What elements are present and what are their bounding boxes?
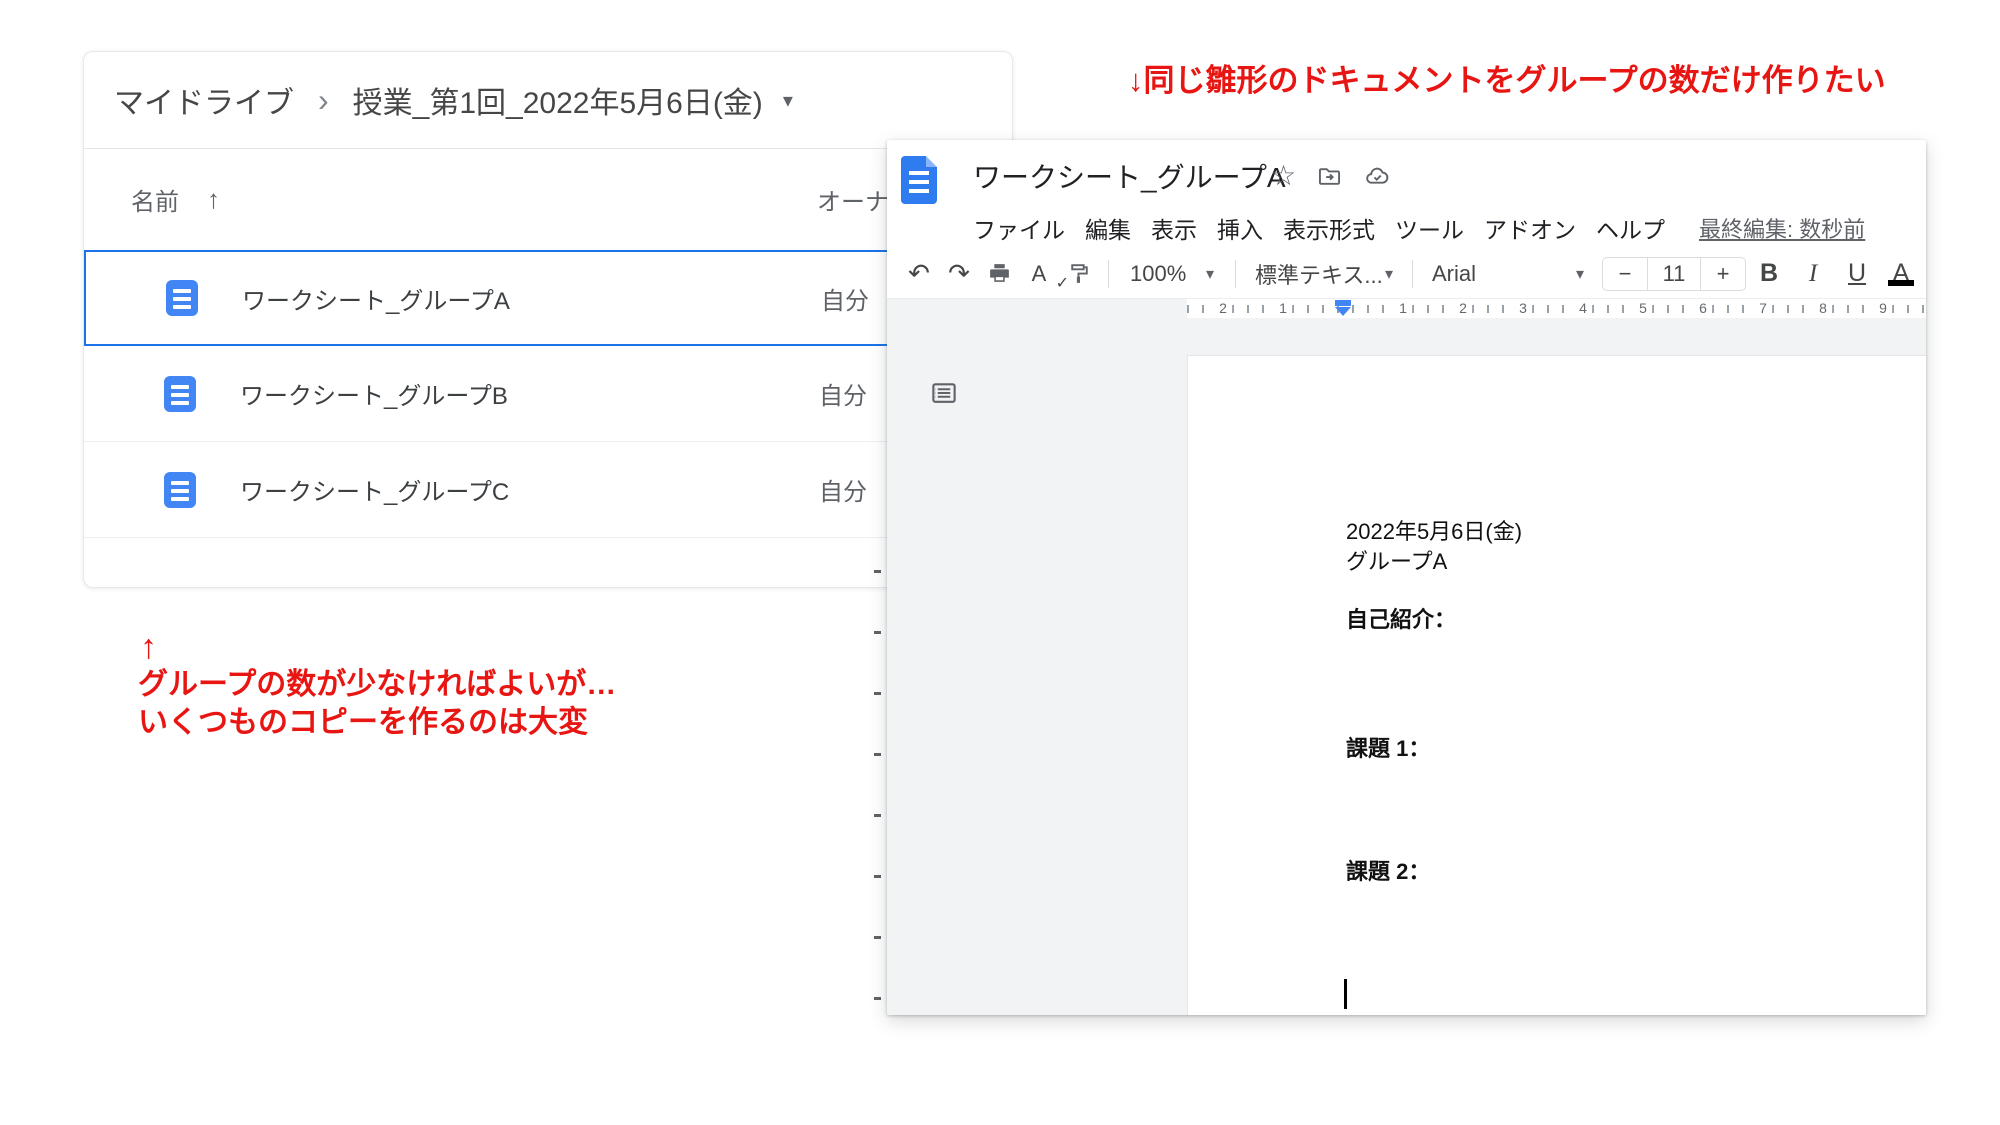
spell-check-icon[interactable]: A✓ bbox=[1019, 261, 1059, 287]
ruler-number: 2 bbox=[1214, 299, 1232, 318]
menu-addons[interactable]: アドオン bbox=[1484, 211, 1576, 245]
docs-canvas: 2022年5月6日(金) グループA 自己紹介： 課題 1： 課題 2： bbox=[887, 318, 1926, 1015]
file-owner: 自分 bbox=[819, 376, 867, 411]
annotation-line-1: グループの数が少なければよいが… bbox=[138, 666, 616, 704]
doc-line-task1[interactable]: 課題 1： bbox=[1346, 731, 1430, 763]
document-outline-icon[interactable] bbox=[929, 378, 959, 413]
ruler-number: 1 bbox=[1394, 299, 1412, 318]
ruler-number: 8 bbox=[1814, 299, 1832, 318]
chevron-down-icon: ▾ bbox=[1576, 264, 1584, 284]
file-row-group-b[interactable]: ワークシート_グループB 自分 bbox=[84, 346, 1012, 442]
file-list-header: 名前 ↑ オーナ bbox=[84, 149, 1012, 250]
text-cursor bbox=[1344, 979, 1347, 1009]
print-icon[interactable] bbox=[979, 261, 1019, 286]
font-size-decrease-button[interactable]: − bbox=[1603, 258, 1648, 290]
undo-icon[interactable]: ↶ bbox=[899, 258, 939, 289]
menu-help[interactable]: ヘルプ bbox=[1596, 211, 1665, 245]
ruler-number: 1 bbox=[1274, 299, 1292, 318]
ruler-number: 5 bbox=[1634, 299, 1652, 318]
ruler-tick bbox=[874, 692, 881, 695]
annotation-top: ↓同じ雛形のドキュメントをグループの数だけ作りたい bbox=[1128, 55, 1886, 100]
docs-titlebar: ワークシート_グループA ☆ bbox=[887, 140, 1926, 206]
star-icon[interactable]: ☆ bbox=[1271, 162, 1296, 190]
docs-window: ワークシート_グループA ☆ ファイル 編集 表示 挿入 表示形式 ツール アド… bbox=[887, 140, 1926, 1015]
doc-line-group[interactable]: グループA bbox=[1346, 544, 1447, 576]
menu-file[interactable]: ファイル bbox=[973, 211, 1065, 245]
indent-marker[interactable] bbox=[1335, 300, 1351, 316]
doc-line-task2[interactable]: 課題 2： bbox=[1346, 854, 1430, 886]
font-select[interactable]: Arial▾ bbox=[1422, 261, 1594, 287]
toolbar-divider bbox=[1412, 260, 1413, 288]
column-owner-label[interactable]: オーナ bbox=[817, 149, 889, 250]
ruler-number: 2 bbox=[1454, 299, 1472, 318]
menu-tools[interactable]: ツール bbox=[1395, 211, 1464, 245]
annotation-line-2: いくつものコピーを作るのは大変 bbox=[138, 704, 616, 742]
file-owner: 自分 bbox=[819, 472, 867, 507]
google-docs-file-icon bbox=[164, 472, 196, 508]
ruler-number: 7 bbox=[1754, 299, 1772, 318]
redo-icon[interactable]: ↷ bbox=[939, 258, 979, 289]
ruler-tick bbox=[874, 875, 881, 878]
menu-edit[interactable]: 編集 bbox=[1085, 211, 1131, 245]
cloud-saved-icon[interactable] bbox=[1363, 163, 1392, 190]
document-title[interactable]: ワークシート_グループA bbox=[973, 156, 1286, 196]
menu-view[interactable]: 表示 bbox=[1151, 211, 1197, 245]
google-docs-file-icon bbox=[164, 376, 196, 412]
ruler-number: 4 bbox=[1574, 299, 1592, 318]
file-name: ワークシート_グループB bbox=[240, 376, 508, 411]
file-row-group-c[interactable]: ワークシート_グループC 自分 bbox=[84, 442, 1012, 538]
horizontal-ruler[interactable]: 2 1 1 2 3 4 5 6 7 8 9 bbox=[887, 299, 1926, 318]
docs-toolbar: ↶ ↷ A✓ 100%▾ 標準テキス...▾ Arial▾ bbox=[887, 249, 1926, 299]
google-docs-file-icon bbox=[166, 280, 198, 316]
ruler-tick bbox=[874, 936, 881, 939]
toolbar-divider bbox=[1108, 260, 1109, 288]
file-name: ワークシート_グループC bbox=[240, 472, 509, 507]
bold-button[interactable]: B bbox=[1748, 259, 1790, 288]
ruler-tick bbox=[874, 753, 881, 756]
folder-dropdown-icon[interactable]: ▾ bbox=[783, 88, 793, 113]
sort-ascending-icon[interactable]: ↑ bbox=[207, 184, 220, 215]
file-owner: 自分 bbox=[821, 281, 869, 316]
doc-line-intro[interactable]: 自己紹介： bbox=[1346, 602, 1456, 634]
breadcrumb-root[interactable]: マイドライブ bbox=[114, 78, 294, 122]
annotation-up-arrow: ↑ bbox=[140, 628, 616, 666]
ruler-number: 9 bbox=[1874, 299, 1892, 318]
document-page[interactable]: 2022年5月6日(金) グループA 自己紹介： 課題 1： 課題 2： bbox=[1187, 355, 1926, 1015]
font-size-value[interactable]: 11 bbox=[1648, 258, 1700, 290]
paragraph-style-select[interactable]: 標準テキス...▾ bbox=[1245, 258, 1403, 290]
ruler-tick bbox=[874, 570, 881, 573]
zoom-select[interactable]: 100%▾ bbox=[1118, 261, 1226, 287]
chevron-down-icon: ▾ bbox=[1385, 264, 1393, 284]
ruler-tick bbox=[874, 814, 881, 817]
italic-button[interactable]: I bbox=[1792, 260, 1834, 288]
file-row-group-a[interactable]: ワークシート_グループA 自分 bbox=[84, 250, 1012, 346]
move-to-folder-icon[interactable] bbox=[1316, 163, 1343, 190]
ruler-number: 3 bbox=[1514, 299, 1532, 318]
column-name-label[interactable]: 名前 bbox=[131, 182, 179, 217]
doc-line-date[interactable]: 2022年5月6日(金) bbox=[1346, 514, 1522, 546]
chevron-down-icon: ▾ bbox=[1206, 264, 1214, 284]
last-edit-link[interactable]: 最終編集: 数秒前 bbox=[1699, 212, 1865, 244]
breadcrumb: マイドライブ › 授業_第1回_2022年5月6日(金) ▾ bbox=[84, 52, 1012, 149]
ruler-tick bbox=[874, 631, 881, 634]
font-size-increase-button[interactable]: + bbox=[1700, 258, 1745, 290]
toolbar-divider bbox=[1235, 260, 1236, 288]
docs-menubar: ファイル 編集 表示 挿入 表示形式 ツール アドオン ヘルプ 最終編集: 数秒… bbox=[887, 206, 1926, 249]
font-size-stepper: − 11 + bbox=[1602, 257, 1746, 291]
google-docs-logo-icon[interactable] bbox=[901, 156, 937, 204]
ruler-number: 6 bbox=[1694, 299, 1712, 318]
drive-window: マイドライブ › 授業_第1回_2022年5月6日(金) ▾ 名前 ↑ オーナ … bbox=[83, 51, 1013, 588]
breadcrumb-folder[interactable]: 授業_第1回_2022年5月6日(金) bbox=[353, 78, 763, 122]
file-name: ワークシート_グループA bbox=[242, 281, 510, 316]
ruler-tick bbox=[874, 997, 881, 1000]
underline-button[interactable]: U bbox=[1836, 259, 1878, 288]
annotation-left: ↑ グループの数が少なければよいが… いくつものコピーを作るのは大変 bbox=[138, 628, 616, 742]
breadcrumb-chevron-icon: › bbox=[318, 82, 329, 119]
menu-insert[interactable]: 挿入 bbox=[1217, 211, 1263, 245]
text-color-button[interactable]: A bbox=[1880, 259, 1922, 288]
menu-format[interactable]: 表示形式 bbox=[1283, 211, 1375, 245]
